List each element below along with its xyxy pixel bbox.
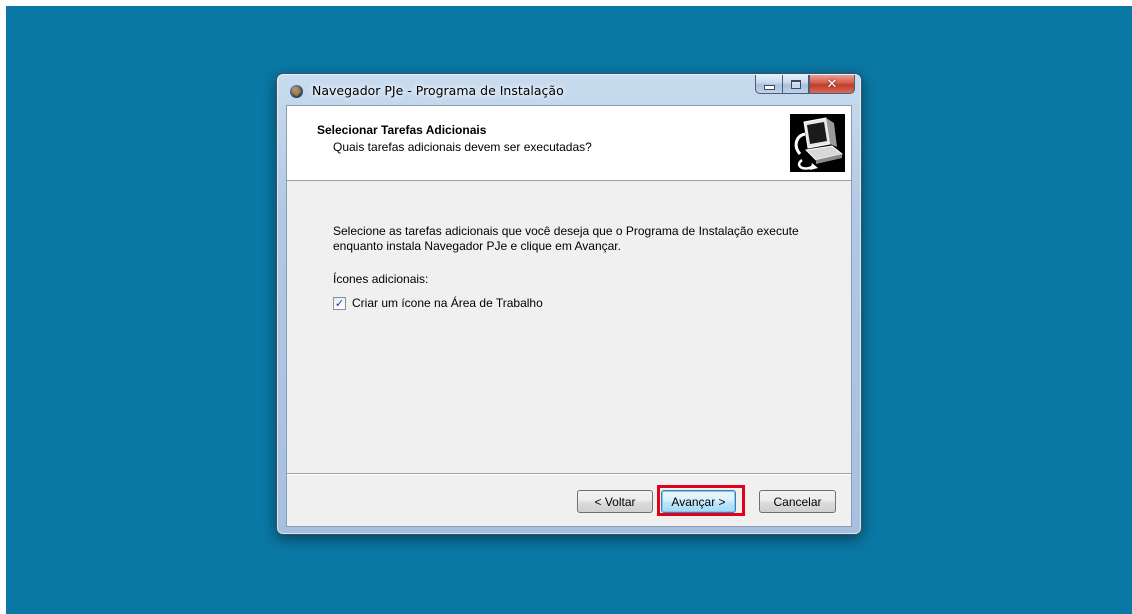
maximize-button[interactable] <box>782 75 809 94</box>
installer-window: Navegador PJe - Programa de Instalação ✕… <box>276 73 862 535</box>
computer-install-icon <box>790 114 845 172</box>
title-bar[interactable]: Navegador PJe - Programa de Instalação ✕ <box>277 74 861 105</box>
caption-buttons: ✕ <box>755 75 855 95</box>
desktop-icon-checkbox-label[interactable]: Criar um ícone na Área de Trabalho <box>352 296 543 310</box>
additional-icons-label: Ícones adicionais: <box>333 272 429 286</box>
close-button[interactable]: ✕ <box>809 75 855 94</box>
app-icon <box>290 85 303 98</box>
checkmark-icon: ✓ <box>334 296 345 310</box>
wizard-client-area: Selecionar Tarefas Adicionais Quais tare… <box>286 105 852 527</box>
page-title: Selecionar Tarefas Adicionais <box>317 123 487 137</box>
instructions-text: Selecione as tarefas adicionais que você… <box>333 224 799 253</box>
back-button[interactable]: < Voltar <box>577 490 653 513</box>
next-button[interactable]: Avançar > <box>661 490 736 513</box>
cancel-button[interactable]: Cancelar <box>759 490 836 513</box>
window-title: Navegador PJe - Programa de Instalação <box>312 83 564 98</box>
footer-divider <box>287 473 851 475</box>
wizard-header: Selecionar Tarefas Adicionais Quais tare… <box>287 106 851 181</box>
desktop-icon-option[interactable]: ✓ Criar um ícone na Área de Trabalho <box>333 296 543 310</box>
minimize-icon <box>763 84 775 90</box>
close-icon: ✕ <box>826 76 838 92</box>
desktop-icon-checkbox[interactable]: ✓ <box>333 296 346 310</box>
maximize-icon <box>790 79 801 89</box>
minimize-button[interactable] <box>755 75 782 94</box>
page-subtitle: Quais tarefas adicionais devem ser execu… <box>333 140 592 154</box>
